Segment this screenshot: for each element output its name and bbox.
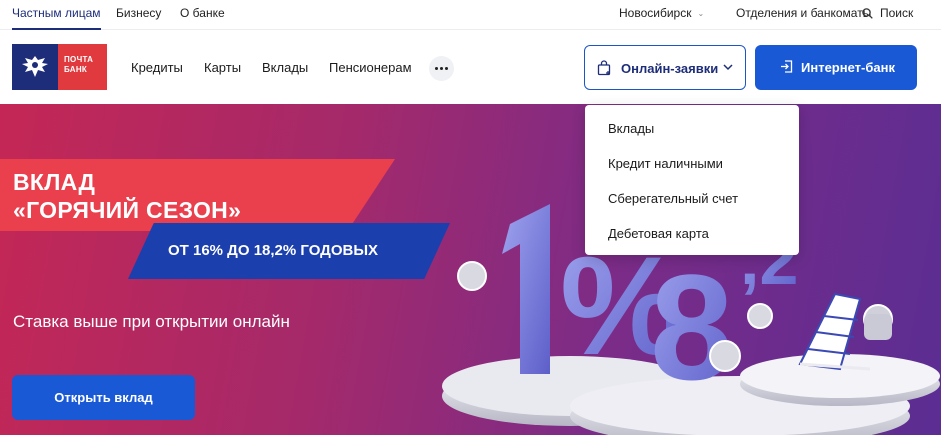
online-applications-dropdown: Вклады Кредит наличными Сберегательный с… <box>585 105 799 255</box>
hero-banner: ВКЛАД «ГОРЯЧИЙ СЕЗОН» ОТ 16% ДО 18,2% ГО… <box>0 104 941 435</box>
search-label: Поиск <box>880 6 914 20</box>
dropdown-item-debit-card[interactable]: Дебетовая карта <box>585 226 799 261</box>
segment-private[interactable]: Частным лицам <box>12 0 101 30</box>
search-button[interactable]: Поиск <box>862 0 913 30</box>
hero-rate: ОТ 16% ДО 18,2% ГОДОВЫХ <box>168 242 379 259</box>
dot <box>445 67 448 70</box>
city-selector[interactable]: Новосибирск ⌄ <box>619 0 704 30</box>
main-header: ПОЧТА БАНК Кредиты Карты Вклады Пенсионе… <box>0 30 941 104</box>
dropdown-item-cash-loan[interactable]: Кредит наличными <box>585 156 799 191</box>
chevron-down-icon <box>723 64 733 71</box>
logo[interactable]: ПОЧТА БАНК <box>12 44 107 90</box>
city-label: Новосибирск <box>619 6 692 20</box>
nav-pensioners[interactable]: Пенсионерам <box>329 60 412 75</box>
internet-bank-button[interactable]: Интернет-банк <box>755 45 917 90</box>
segment-about[interactable]: О банке <box>180 0 225 30</box>
chevron-down-icon: ⌄ <box>697 9 705 18</box>
segment-business[interactable]: Бизнесу <box>116 0 161 30</box>
login-icon <box>781 60 793 73</box>
nav-cards[interactable]: Карты <box>204 60 241 75</box>
shopping-bag-icon <box>597 60 611 76</box>
hero-title: ВКЛАД «ГОРЯЧИЙ СЕЗОН» <box>13 169 242 223</box>
top-bar: Частным лицам Бизнесу О банке Новосибирс… <box>0 0 941 30</box>
dropdown-item-deposits[interactable]: Вклады <box>585 121 799 156</box>
dot <box>435 67 438 70</box>
eagle-emblem-icon <box>12 44 58 90</box>
branches-atms-link[interactable]: Отделения и банкоматы <box>736 0 871 30</box>
open-deposit-button[interactable]: Открыть вклад <box>12 375 195 420</box>
search-icon <box>862 8 873 19</box>
online-applications-label: Онлайн-заявки <box>621 61 719 76</box>
hero-subtitle: Ставка выше при открытии онлайн <box>13 312 290 331</box>
dropdown-item-savings-account[interactable]: Сберегательный счет <box>585 191 799 226</box>
dot <box>440 67 443 70</box>
nav-deposits[interactable]: Вклады <box>262 60 308 75</box>
internet-bank-label: Интернет-банк <box>801 60 895 75</box>
nav-credits[interactable]: Кредиты <box>131 60 183 75</box>
logo-text: ПОЧТА БАНК <box>58 44 107 90</box>
more-menu-button[interactable] <box>429 56 454 81</box>
svg-text:8: 8 <box>650 243 733 411</box>
online-applications-button[interactable]: Онлайн-заявки <box>584 45 746 90</box>
